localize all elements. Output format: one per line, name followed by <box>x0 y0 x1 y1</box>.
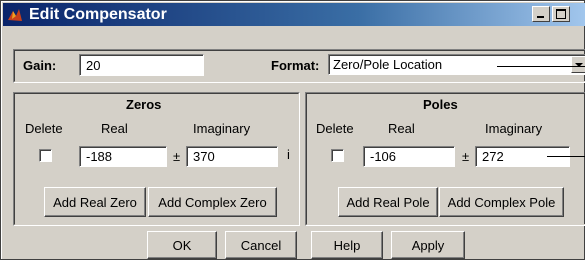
matlab-icon <box>8 8 22 21</box>
poles-real-header: Real <box>388 121 415 136</box>
poles-imaginary-header: Imaginary <box>485 121 543 136</box>
poles-delete-header: Delete <box>316 121 354 136</box>
ok-button[interactable]: OK <box>147 231 217 259</box>
window-title: Edit Compensator <box>29 5 167 23</box>
cancel-button[interactable]: Cancel <box>225 231 297 259</box>
zero-real-input[interactable] <box>79 146 167 167</box>
add-real-zero-button[interactable]: Add Real Zero <box>44 187 146 217</box>
edit-compensator-window: Edit Compensator Gain: Format: Zero/Pole… <box>0 0 585 260</box>
maximize-icon[interactable] <box>552 6 570 22</box>
help-button[interactable]: Help <box>311 231 383 259</box>
format-label: Format: <box>271 58 320 73</box>
zero-delete-checkbox[interactable] <box>39 149 52 162</box>
zero-plus-minus: ± <box>173 149 181 164</box>
format-selected-value: Zero/Pole Location <box>333 57 443 72</box>
minimize-icon[interactable] <box>532 6 550 22</box>
pole-plus-minus: ± <box>462 149 470 164</box>
add-complex-pole-button[interactable]: Add Complex Pole <box>439 187 564 217</box>
chevron-down-icon[interactable] <box>571 56 585 73</box>
apply-button[interactable]: Apply <box>391 231 465 259</box>
pole-delete-checkbox[interactable] <box>331 149 344 162</box>
zeros-imaginary-header: Imaginary <box>193 121 251 136</box>
pole-real-input[interactable] <box>363 146 455 167</box>
poles-heading: Poles <box>423 97 458 112</box>
title-bar[interactable]: Edit Compensator <box>3 3 585 26</box>
zeros-heading: Zeros <box>126 97 162 112</box>
gain-input[interactable] <box>79 54 204 76</box>
zero-imaginary-input[interactable] <box>186 146 278 167</box>
zeros-delete-header: Delete <box>25 121 63 136</box>
add-complex-zero-button[interactable]: Add Complex Zero <box>148 187 277 217</box>
gain-label: Gain: <box>23 58 57 73</box>
callout-line <box>547 156 585 157</box>
zeros-real-header: Real <box>101 121 128 136</box>
format-select[interactable]: Zero/Pole Location <box>328 54 585 75</box>
callout-line <box>497 66 585 67</box>
add-real-pole-button[interactable]: Add Real Pole <box>338 187 438 217</box>
title-bar-controls <box>532 6 570 22</box>
zero-i-suffix: i <box>287 147 290 162</box>
